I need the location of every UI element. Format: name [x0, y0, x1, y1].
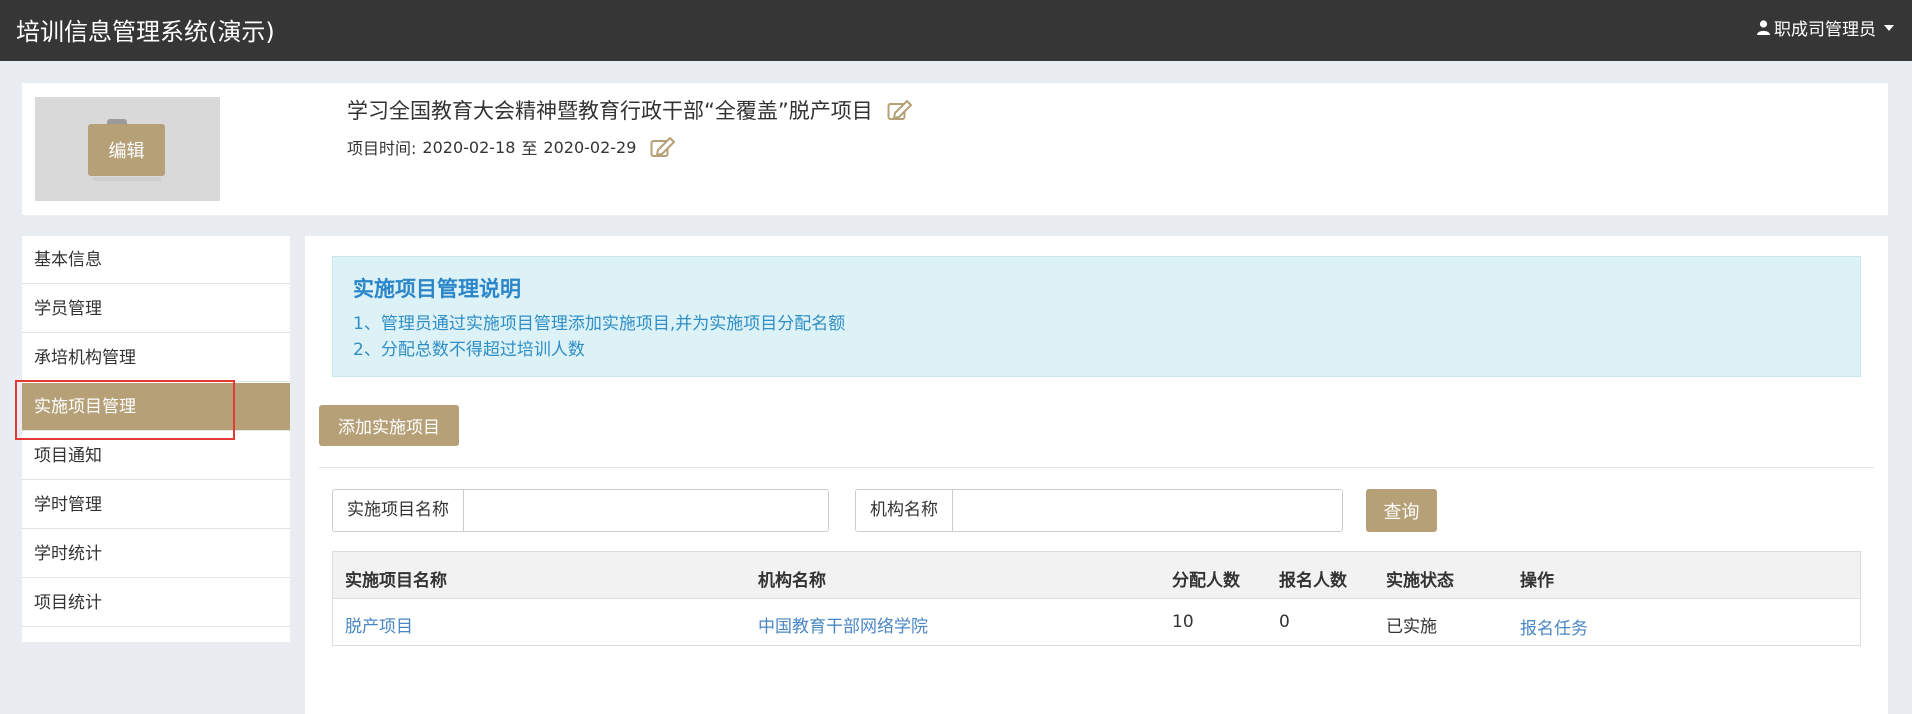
- sidebar-item-implementation-projects[interactable]: 实施项目管理: [22, 383, 290, 431]
- sidebar-item-notices[interactable]: 项目通知: [22, 432, 290, 480]
- org-name-label: 机构名称: [856, 490, 953, 531]
- top-navbar: 培训信息管理系统(演示) 职成司管理员: [0, 0, 1912, 61]
- date-separator: 至: [521, 139, 538, 158]
- column-header-enrolled: 报名人数: [1279, 571, 1347, 591]
- sidebar-item-hours-statistics[interactable]: 学时统计: [22, 530, 290, 578]
- enrolled-count: 0: [1279, 612, 1290, 632]
- org-name-link[interactable]: 中国教育干部网络学院: [758, 612, 928, 637]
- info-panel: 实施项目管理说明 1、管理员通过实施项目管理添加实施项目,并为实施项目分配名额 …: [332, 256, 1861, 377]
- table-row: 脱产项目 中国教育干部网络学院 10 0 已实施 报名任务: [333, 600, 1860, 646]
- info-title: 实施项目管理说明: [353, 277, 521, 301]
- user-icon: [1757, 20, 1770, 35]
- project-name-input[interactable]: [464, 490, 828, 531]
- project-end-date: 2020-02-29: [543, 137, 637, 157]
- table-header: 实施项目名称 机构名称 分配人数 报名人数 实施状态 操作: [333, 552, 1860, 599]
- thumbnail-caption-bar: [93, 177, 161, 181]
- info-line-2: 2、分配总数不得超过培训人数: [353, 340, 585, 360]
- edit-icon[interactable]: [887, 99, 913, 121]
- sidebar-item-hours-management[interactable]: 学时管理: [22, 481, 290, 529]
- project-start-date: 2020-02-18: [422, 137, 516, 157]
- add-implementation-project-button[interactable]: 添加实施项目: [319, 405, 459, 446]
- allocated-count: 10: [1172, 612, 1194, 632]
- project-header-card: 编辑 学习全国教育大会精神暨教育行政干部“全覆盖”脱产项目 项目时间: 2020…: [22, 83, 1888, 215]
- project-title: 学习全国教育大会精神暨教育行政干部“全覆盖”脱产项目: [347, 99, 873, 123]
- column-header-project-name: 实施项目名称: [345, 571, 447, 591]
- sidebar-item-project-statistics[interactable]: 项目统计: [22, 579, 290, 627]
- column-header-status: 实施状态: [1386, 571, 1454, 591]
- edit-icon[interactable]: [650, 136, 676, 158]
- divider: [319, 467, 1874, 468]
- projects-table: 实施项目名称 机构名称 分配人数 报名人数 实施状态 操作 脱产项目 中国教育干…: [332, 551, 1861, 646]
- project-title-row: 学习全国教育大会精神暨教育行政干部“全覆盖”脱产项目: [347, 95, 913, 125]
- org-name-input[interactable]: [953, 490, 1342, 531]
- project-thumbnail: 编辑: [35, 97, 220, 201]
- user-menu[interactable]: 职成司管理员: [1757, 15, 1894, 40]
- main-panel: 实施项目管理说明 1、管理员通过实施项目管理添加实施项目,并为实施项目分配名额 …: [305, 236, 1888, 714]
- project-name-label: 实施项目名称: [333, 490, 464, 531]
- info-line-1: 1、管理员通过实施项目管理添加实施项目,并为实施项目分配名额: [353, 314, 846, 334]
- org-name-search-group: 机构名称: [855, 489, 1343, 532]
- project-time-label: 项目时间:: [347, 139, 417, 158]
- project-time-row: 项目时间: 2020-02-18 至 2020-02-29: [347, 135, 676, 159]
- status-text: 已实施: [1386, 617, 1437, 637]
- sidebar-item-basic-info[interactable]: 基本信息: [22, 236, 290, 284]
- column-header-actions: 操作: [1520, 571, 1554, 591]
- thumbnail-edit-button[interactable]: 编辑: [88, 124, 165, 176]
- app-title: 培训信息管理系统(演示): [16, 18, 275, 46]
- project-name-link[interactable]: 脱产项目: [345, 612, 413, 637]
- sidebar-item-students[interactable]: 学员管理: [22, 285, 290, 333]
- query-button[interactable]: 查询: [1366, 489, 1437, 532]
- sidebar: 基本信息 学员管理 承培机构管理 实施项目管理 项目通知 学时管理 学时统计 项…: [22, 236, 290, 642]
- project-name-search-group: 实施项目名称: [332, 489, 829, 532]
- enrollment-task-link[interactable]: 报名任务: [1520, 614, 1588, 639]
- column-header-allocated: 分配人数: [1172, 571, 1240, 591]
- column-header-org-name: 机构名称: [758, 571, 826, 591]
- caret-down-icon: [1884, 24, 1894, 31]
- user-name: 职成司管理员: [1774, 20, 1876, 40]
- sidebar-item-institutions[interactable]: 承培机构管理: [22, 334, 290, 382]
